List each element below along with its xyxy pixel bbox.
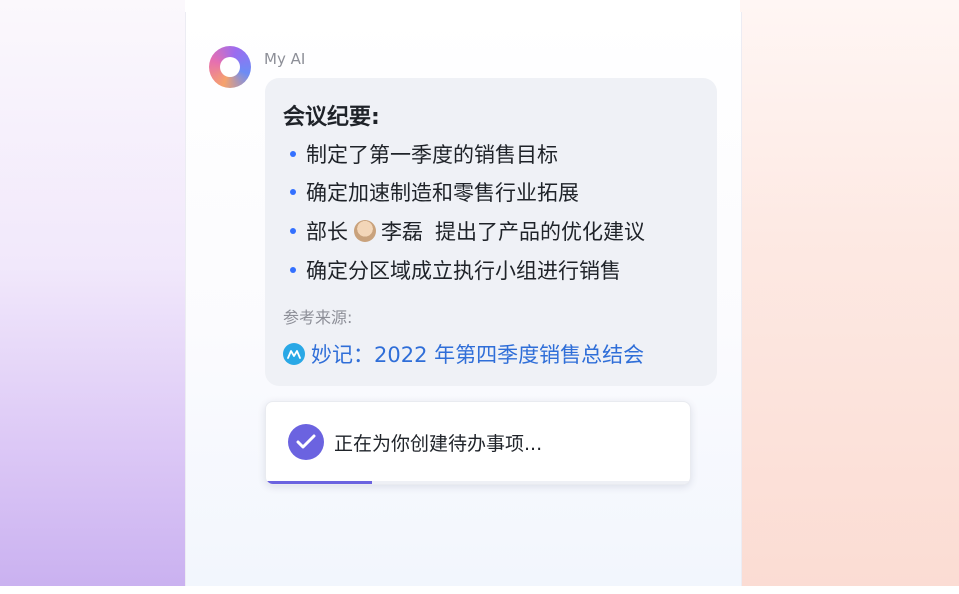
bullet-dot: [290, 267, 296, 273]
summary-item: 部长 李磊 提出了产品的优化建议: [290, 216, 645, 246]
background-left-gradient: [0, 0, 185, 594]
summary-item-text: 确定分区域成立执行小组进行销售: [306, 259, 621, 283]
reference-label: 参考来源:: [283, 308, 353, 327]
user-mention[interactable]: 李磊: [354, 216, 423, 246]
bullet-dot: [290, 228, 296, 234]
check-badge-icon: [288, 424, 324, 460]
task-status-text: 正在为你创建待办事项...: [334, 433, 543, 455]
summary-item-text: 制定了第一季度的销售目标: [306, 143, 558, 167]
summary-title: 会议纪要:: [283, 105, 380, 130]
reference-link[interactable]: 妙记：2022 年第四季度销售总结会: [283, 339, 644, 369]
sender-name: My AI: [264, 50, 306, 68]
background-right-gradient: [740, 0, 959, 594]
minutes-icon: [283, 343, 305, 365]
mention-name: 李磊: [381, 220, 423, 244]
my-ai-logo-icon: [209, 46, 251, 88]
task-progress-bar: [266, 481, 690, 484]
summary-item-prefix: 部长: [306, 220, 348, 244]
summary-item: 确定加速制造和零售行业拓展: [290, 177, 579, 207]
bottom-strip: [0, 586, 959, 594]
task-progress-fill: [266, 481, 372, 484]
reference-link-text: 妙记：2022 年第四季度销售总结会: [311, 343, 645, 367]
user-avatar-icon: [354, 220, 376, 242]
bullet-dot: [290, 151, 296, 157]
summary-item: 制定了第一季度的销售目标: [290, 139, 558, 169]
summary-item-suffix: 提出了产品的优化建议: [435, 220, 645, 244]
bullet-dot: [290, 189, 296, 195]
summary-item-text: 确定加速制造和零售行业拓展: [306, 181, 579, 205]
task-creation-card: 正在为你创建待办事项...: [265, 401, 691, 485]
summary-item: 确定分区域成立执行小组进行销售: [290, 255, 621, 285]
